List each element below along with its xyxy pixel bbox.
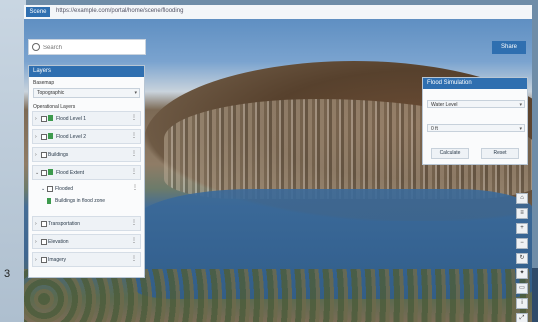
depth-select[interactable]: 0 ft ▾ bbox=[427, 124, 525, 132]
map-toolbar: ⌂ ≡ + − ↻ ✦ ▭ i ⤢ bbox=[516, 193, 528, 322]
search-input[interactable] bbox=[41, 41, 145, 55]
flood-simulation-title: Flood Simulation bbox=[423, 78, 527, 89]
chevron-right-icon[interactable]: › bbox=[35, 134, 37, 140]
more-options-icon[interactable]: ⋮ bbox=[131, 219, 137, 226]
legend-swatch bbox=[47, 198, 51, 204]
depth-value: 0 ft bbox=[431, 126, 438, 132]
sublayer-label: Flooded bbox=[55, 186, 74, 192]
layer-row[interactable]: › Buildings ⋮ bbox=[32, 147, 141, 162]
rotate-icon[interactable]: ↻ bbox=[516, 253, 528, 264]
chevron-down-icon: ▾ bbox=[519, 102, 522, 108]
layer-visibility-checkbox[interactable] bbox=[41, 170, 47, 176]
compass-icon[interactable]: ✦ bbox=[516, 268, 528, 279]
layer-visibility-checkbox[interactable] bbox=[41, 152, 47, 158]
layer-row[interactable]: › Imagery ⋮ bbox=[32, 252, 141, 267]
more-options-icon[interactable]: ⋮ bbox=[131, 168, 137, 175]
3d-scene-view[interactable]: Layers Basemap Topographic ▾ Operational… bbox=[24, 19, 532, 322]
zoom-in-icon[interactable]: + bbox=[516, 223, 528, 234]
basemap-label: Basemap bbox=[33, 80, 55, 86]
share-button[interactable]: Share bbox=[492, 41, 526, 54]
chevron-right-icon[interactable]: › bbox=[35, 257, 37, 263]
more-options-icon[interactable]: ⋮ bbox=[132, 184, 138, 191]
chevron-right-icon[interactable]: › bbox=[35, 116, 37, 122]
chevron-down-icon[interactable]: ⌄ bbox=[35, 170, 39, 176]
layer-swatch bbox=[48, 133, 53, 139]
search-box[interactable] bbox=[28, 39, 146, 55]
layer-visibility-checkbox[interactable] bbox=[41, 134, 47, 140]
calculate-button[interactable]: Calculate bbox=[431, 148, 469, 159]
layer-row[interactable]: ⌄ Flood Extent ⋮ bbox=[32, 165, 141, 180]
more-options-icon[interactable]: ⋮ bbox=[131, 150, 137, 157]
layer-row[interactable]: › Elevation ⋮ bbox=[32, 234, 141, 249]
layer-label: Flood Extent bbox=[56, 170, 85, 176]
layer-label: Imagery bbox=[48, 257, 67, 263]
layer-label: Elevation bbox=[48, 239, 69, 245]
layer-swatch bbox=[48, 115, 53, 121]
operational-layers-label: Operational Layers bbox=[33, 104, 76, 110]
layer-visibility-checkbox[interactable] bbox=[41, 116, 47, 122]
layer-label: Flood Level 2 bbox=[56, 134, 87, 140]
more-options-icon[interactable]: ⋮ bbox=[131, 255, 137, 262]
sublayer-visibility-checkbox[interactable] bbox=[47, 186, 53, 192]
layers-icon[interactable]: ≡ bbox=[516, 208, 528, 219]
layer-visibility-checkbox[interactable] bbox=[41, 257, 47, 263]
water-level-select[interactable]: Water Level ▾ bbox=[427, 100, 525, 108]
browser-window: Scene https://example.com/portal/home/sc… bbox=[24, 5, 532, 322]
zoom-out-icon[interactable]: − bbox=[516, 238, 528, 249]
info-icon[interactable]: i bbox=[516, 298, 528, 309]
chevron-down-icon[interactable]: ⌄ bbox=[41, 186, 45, 192]
layer-visibility-checkbox[interactable] bbox=[41, 221, 47, 227]
page-number: 3 bbox=[4, 268, 11, 280]
legend-item: Buildings in flood zone bbox=[47, 196, 141, 214]
home-icon[interactable]: ⌂ bbox=[516, 193, 528, 204]
fullscreen-icon[interactable]: ⤢ bbox=[516, 313, 528, 322]
layer-label: Transportation bbox=[48, 221, 81, 227]
layer-row[interactable]: › Flood Level 2 ⋮ bbox=[32, 129, 141, 144]
scene-chip[interactable]: Scene bbox=[26, 7, 50, 17]
layers-panel: Layers Basemap Topographic ▾ Operational… bbox=[28, 65, 145, 278]
page-frame: 3 Scene https://example.com/portal/home/… bbox=[0, 0, 538, 322]
layer-swatch bbox=[48, 169, 53, 175]
chevron-down-icon: ▾ bbox=[134, 90, 137, 96]
layer-label: Buildings bbox=[48, 152, 69, 158]
url-bar[interactable]: Scene https://example.com/portal/home/sc… bbox=[24, 5, 532, 20]
url-text[interactable]: https://example.com/portal/home/scene/fl… bbox=[56, 8, 183, 14]
measure-icon[interactable]: ▭ bbox=[516, 283, 528, 294]
layer-visibility-checkbox[interactable] bbox=[41, 239, 47, 245]
layer-row[interactable]: › Transportation ⋮ bbox=[32, 216, 141, 231]
legend-label: Buildings in flood zone bbox=[55, 198, 106, 204]
layer-row[interactable]: › Flood Level 1 ⋮ bbox=[32, 111, 141, 126]
basemap-value: Topographic bbox=[37, 90, 65, 96]
reset-button[interactable]: Reset bbox=[481, 148, 519, 159]
chevron-down-icon: ▾ bbox=[519, 126, 522, 132]
layer-label: Flood Level 1 bbox=[56, 116, 87, 122]
more-options-icon[interactable]: ⋮ bbox=[131, 114, 137, 121]
search-icon bbox=[32, 43, 40, 51]
more-options-icon[interactable]: ⋮ bbox=[131, 132, 137, 139]
flood-simulation-panel: Flood Simulation Water Level ▾ 0 ft ▾ Ca… bbox=[422, 77, 528, 165]
chevron-right-icon[interactable]: › bbox=[35, 152, 37, 158]
water-level-value: Water Level bbox=[431, 102, 458, 108]
sublayer-row[interactable]: ⌄ Flooded ⋮ bbox=[39, 183, 141, 194]
layers-panel-title: Layers bbox=[29, 66, 144, 77]
basemap-select[interactable]: Topographic ▾ bbox=[33, 88, 140, 98]
chevron-right-icon[interactable]: › bbox=[35, 239, 37, 245]
chevron-right-icon[interactable]: › bbox=[35, 221, 37, 227]
more-options-icon[interactable]: ⋮ bbox=[131, 237, 137, 244]
